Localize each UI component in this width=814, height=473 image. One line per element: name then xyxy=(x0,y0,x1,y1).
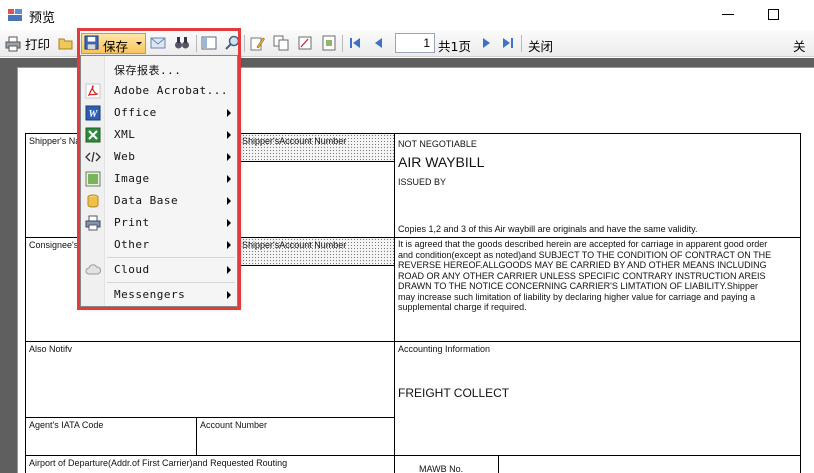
previous-page-icon[interactable] xyxy=(372,36,386,50)
menu-separator xyxy=(107,282,235,283)
menu-item-image[interactable]: Image xyxy=(81,168,237,190)
word-icon: W xyxy=(85,105,101,121)
copy-pages-icon[interactable] xyxy=(273,35,289,51)
agent-iata-label: Agent's IATA Code xyxy=(29,420,104,430)
total-pages-label: 共1页 xyxy=(438,39,471,54)
submenu-arrow-icon xyxy=(227,197,231,205)
close-button[interactable]: 关闭 xyxy=(528,36,553,55)
excel-xml-icon xyxy=(85,127,101,143)
toolbar-separator xyxy=(521,35,522,52)
minimize-button[interactable] xyxy=(722,14,734,15)
menu-item-print[interactable]: Print xyxy=(81,212,237,234)
submenu-arrow-icon xyxy=(227,175,231,183)
print-label: 打印 xyxy=(25,37,51,52)
email-icon[interactable] xyxy=(150,36,166,50)
zoom-icon[interactable] xyxy=(224,35,240,51)
printer-icon xyxy=(5,36,21,51)
menu-item-save-report[interactable]: 保存报表... xyxy=(81,58,237,80)
issued-by-label: ISSUED BY xyxy=(398,177,447,187)
submenu-arrow-icon xyxy=(227,109,231,117)
code-tag-icon xyxy=(85,151,101,163)
printer-icon xyxy=(85,215,101,231)
maximize-button[interactable] xyxy=(768,9,779,20)
menu-item-adobe-acrobat[interactable]: Adobe Acrobat... xyxy=(81,80,237,102)
menu-item-database[interactable]: Data Base xyxy=(81,190,237,212)
not-negotiable-label: NOT NEGOTIABLE xyxy=(398,139,477,149)
open-folder-icon[interactable] xyxy=(58,35,74,51)
pdf-icon xyxy=(85,83,101,99)
outline-panel-icon[interactable] xyxy=(201,35,217,51)
submenu-arrow-icon xyxy=(227,291,231,299)
menu-item-web[interactable]: Web xyxy=(81,146,237,168)
first-page-icon[interactable] xyxy=(348,36,362,50)
submenu-arrow-icon xyxy=(227,153,231,161)
next-page-icon[interactable] xyxy=(479,36,493,50)
submenu-arrow-icon xyxy=(227,219,231,227)
print-button[interactable]: 打印 xyxy=(5,34,50,53)
accounting-info-label: Accounting Information xyxy=(398,344,491,354)
shipper-name-label: Shipper's Na xyxy=(29,136,81,146)
save-dropdown-menu: 保存报表... Adobe Acrobat... W Office XML We… xyxy=(80,55,238,307)
database-icon xyxy=(87,194,99,208)
submenu-arrow-icon xyxy=(227,241,231,249)
toolbar-separator xyxy=(244,35,245,52)
air-waybill-title: AIR WAYBILL xyxy=(398,154,485,170)
title-bar: 预览 xyxy=(0,0,814,30)
menu-item-office[interactable]: W Office xyxy=(81,102,237,124)
account-number-label: Account Number xyxy=(200,420,268,430)
consignee-label: Consignee's xyxy=(29,240,79,250)
image-icon xyxy=(85,171,101,187)
save-label: 保存 xyxy=(103,39,129,54)
app-icon xyxy=(8,9,22,21)
last-page-icon[interactable] xyxy=(501,36,515,50)
edit-pencil-icon[interactable] xyxy=(249,35,265,51)
svg-text:W: W xyxy=(89,109,99,120)
toolbar-separator xyxy=(196,35,197,52)
menu-item-other[interactable]: Other xyxy=(81,234,237,256)
also-notify-label: Also Notifv xyxy=(29,344,73,354)
consignee-account-label: Shipper'sAccount Number xyxy=(242,240,347,250)
page-number-input[interactable]: 1 xyxy=(395,33,435,53)
window-title: 预览 xyxy=(29,11,56,26)
copies-note: Copies 1,2 and 3 of this Air waybill are… xyxy=(398,224,698,234)
menu-item-messengers[interactable]: Messengers xyxy=(81,284,237,306)
menu-item-xml[interactable]: XML xyxy=(81,124,237,146)
find-binoculars-icon[interactable] xyxy=(174,35,190,51)
cloud-icon xyxy=(85,264,101,275)
chevron-down-icon xyxy=(136,42,142,45)
freight-collect-text: FREIGHT COLLECT xyxy=(398,386,510,400)
conditions-text: It is agreed that the goods described he… xyxy=(398,239,772,312)
airport-departure-label: Airport of Departure(Addr.of First Carri… xyxy=(29,458,288,468)
watermark-icon[interactable] xyxy=(321,35,337,51)
page-setup-icon[interactable] xyxy=(297,35,313,51)
menu-item-cloud[interactable]: Cloud xyxy=(81,259,237,281)
toolbar-separator xyxy=(342,35,343,52)
menu-separator xyxy=(107,257,235,258)
shipper-account-label: Shipper'sAccount Number xyxy=(242,136,347,146)
save-disk-icon xyxy=(84,35,99,50)
submenu-arrow-icon xyxy=(227,131,231,139)
mawb-label: MAWB No. xyxy=(419,464,464,473)
submenu-arrow-icon xyxy=(227,266,231,274)
